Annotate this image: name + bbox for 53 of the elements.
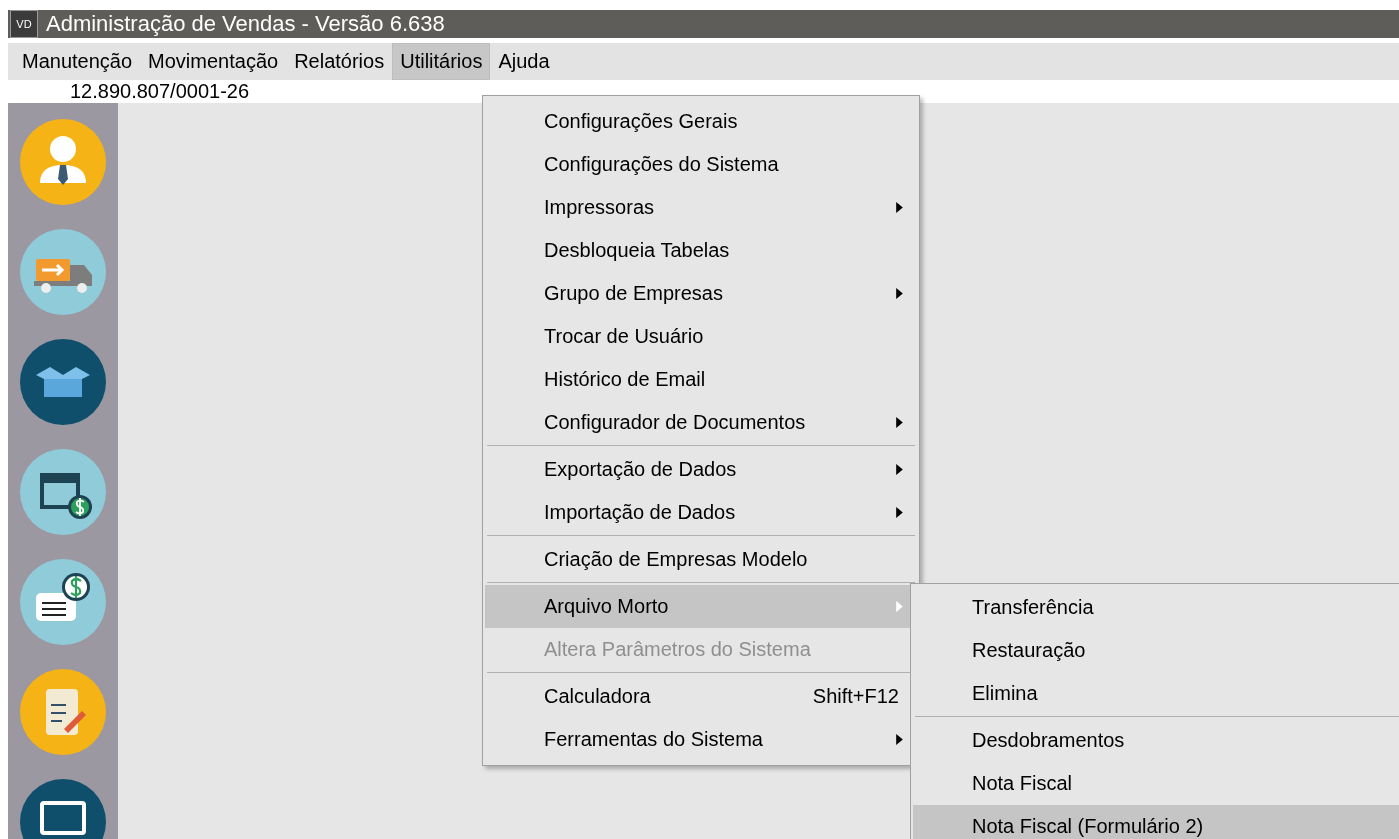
- menu-option[interactable]: Impressoras: [485, 186, 917, 229]
- submenu-arrow-icon: [896, 601, 903, 612]
- menu-item[interactable]: Movimentação: [140, 43, 287, 80]
- menu-option-label: Importação de Dados: [544, 501, 736, 524]
- menu-option-label: Exportação de Dados: [544, 458, 737, 481]
- window-title: Administração de Vendas - Versão 6.638: [46, 11, 445, 37]
- calendar-dollar-icon[interactable]: [20, 449, 106, 535]
- menu-option[interactable]: Desbloqueia Tabelas: [485, 229, 917, 272]
- company-id: 12.890.807/0001-26: [70, 80, 250, 103]
- submenu-option[interactable]: Restauração: [913, 629, 1399, 672]
- shortcut-label: Shift+F12: [812, 685, 899, 708]
- menu-option[interactable]: Grupo de Empresas: [485, 272, 917, 315]
- menu-option-label: Criação de Empresas Modelo: [544, 548, 808, 571]
- menu-option-label: Configurações do Sistema: [544, 153, 779, 176]
- menu-option[interactable]: Configurações Gerais: [485, 100, 917, 143]
- menu-option[interactable]: Configurador de Documentos: [485, 401, 917, 444]
- submenu-option[interactable]: Desdobramentos: [913, 719, 1399, 762]
- submenu-option[interactable]: Elimina: [913, 672, 1399, 715]
- submenu-arrow-icon: [896, 507, 903, 518]
- document-dollar-icon[interactable]: [20, 559, 106, 645]
- menu-option-label: Histórico de Email: [544, 368, 706, 391]
- menu-item[interactable]: Manutenção: [14, 43, 141, 80]
- menu-option[interactable]: Histórico de Email: [485, 358, 917, 401]
- menu-option-label: Desbloqueia Tabelas: [544, 239, 730, 262]
- menu-option[interactable]: Exportação de Dados: [485, 448, 917, 491]
- menu-item[interactable]: Ajuda: [490, 43, 558, 80]
- menu-item[interactable]: Utilitários: [392, 43, 491, 80]
- menu-option[interactable]: Importação de Dados: [485, 491, 917, 534]
- scroll-pencil-icon[interactable]: [20, 669, 106, 755]
- submenu-option[interactable]: Nota Fiscal: [913, 762, 1399, 805]
- menu-item[interactable]: Relatórios: [286, 43, 393, 80]
- submenu-arrow-icon: [896, 417, 903, 428]
- submenu-option[interactable]: Nota Fiscal (Formulário 2): [913, 805, 1399, 839]
- submenu-arrow-icon: [896, 734, 903, 745]
- submenu-arrow-icon: [896, 288, 903, 299]
- menu-option-label: Trocar de Usuário: [544, 325, 704, 348]
- menu-option[interactable]: Trocar de Usuário: [485, 315, 917, 358]
- menu-option-label: Ferramentas do Sistema: [544, 728, 763, 751]
- menu-option-label: Grupo de Empresas: [544, 282, 723, 305]
- person-icon[interactable]: [20, 119, 106, 205]
- truck-icon[interactable]: [20, 229, 106, 315]
- menu-option-label: Configurações Gerais: [544, 110, 738, 133]
- app-icon: VD: [10, 10, 38, 38]
- menu-option-label: Calculadora: [544, 685, 651, 708]
- menu-option-label: Altera Parâmetros do Sistema: [544, 638, 811, 661]
- box-icon[interactable]: [20, 339, 106, 425]
- menu-option-label: Arquivo Morto: [544, 595, 669, 618]
- submenu-arrow-icon: [896, 202, 903, 213]
- menu-option[interactable]: Criação de Empresas Modelo: [485, 538, 917, 581]
- menu-option[interactable]: Configurações do Sistema: [485, 143, 917, 186]
- menu-option-label: Impressoras: [544, 196, 655, 219]
- submenu-arrow-icon: [896, 464, 903, 475]
- menu-option-label: Configurador de Documentos: [544, 411, 806, 434]
